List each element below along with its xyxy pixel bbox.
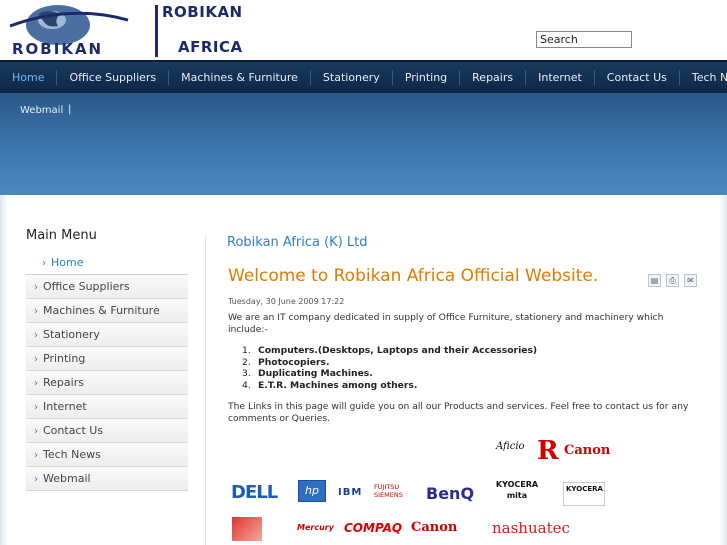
menu-item-label: Home — [51, 256, 84, 269]
nashuatec-logo: nashuatec — [492, 519, 570, 537]
list-item: 2. Photocopiers. — [242, 356, 330, 368]
chevron-right-icon: › — [42, 258, 46, 269]
menu-item-tech-news[interactable]: › Tech News — [26, 443, 188, 467]
list-item: 3. Duplicating Machines. — [242, 368, 373, 379]
dell-logo: DELL — [231, 482, 278, 503]
nav-home[interactable]: Home — [0, 70, 58, 85]
menu-item-label: Repairs — [43, 376, 84, 389]
nav-internet[interactable]: Internet — [526, 70, 595, 85]
nav-tech-news[interactable]: Tech News — [680, 70, 727, 85]
menu-item-repairs[interactable]: › Repairs — [26, 371, 188, 395]
chevron-right-icon: › — [34, 354, 38, 365]
logo-divider — [155, 5, 158, 57]
product-list: 1. Computers.(Desktops, Laptops and their… — [242, 345, 537, 391]
nav-printing[interactable]: Printing — [393, 70, 461, 85]
aficio-logo: Aficio — [496, 441, 525, 452]
page-body: Main Menu › Home › Office Suppliers › Machi… — [0, 195, 727, 545]
chevron-right-icon: › — [34, 450, 38, 461]
menu-item-label: Machines & Furniture — [43, 304, 160, 317]
main-menu: › Home › Office Suppliers › Machines & Furn… — [26, 251, 188, 491]
mercury-logo: Mercury — [297, 523, 334, 532]
nav-machines-furniture[interactable]: Machines & Furniture — [169, 70, 311, 85]
article-date: Tuesday, 30 June 2009 17:22 — [228, 297, 345, 306]
menu-item-contact-us[interactable]: › Contact Us — [26, 419, 188, 443]
article-title[interactable]: Welcome to Robikan Africa Official Websi… — [228, 266, 598, 286]
brand-top-text: ROBIKAN — [162, 3, 243, 21]
kyocera-dealer-logo: KYOCERA — [563, 482, 605, 506]
webmail-separator: | — [68, 104, 72, 115]
menu-item-office-suppliers[interactable]: › Office Suppliers — [26, 275, 188, 299]
nav-stationery[interactable]: Stationery — [311, 70, 393, 85]
brand-bottom-text: AFRICA — [178, 38, 243, 56]
content-divider — [205, 235, 206, 545]
header: ROBIKAN ROBIKAN AFRICA — [0, 0, 727, 60]
svg-text:ROBIKAN: ROBIKAN — [12, 40, 103, 58]
chevron-right-icon: › — [34, 330, 38, 341]
article-links-text: The Links in this page will guide you on… — [228, 401, 689, 424]
chevron-right-icon: › — [34, 426, 38, 437]
chevron-right-icon: › — [34, 402, 38, 413]
menu-item-printing[interactable]: › Printing — [26, 347, 188, 371]
menu-item-label: Internet — [43, 400, 87, 413]
sidebar-title: Main Menu — [26, 228, 97, 243]
main-nav: Home Office Suppliers Machines & Furnitu… — [0, 60, 727, 93]
fujitsu-siemens-logo: FUJITSU SIEMENS — [374, 483, 403, 499]
menu-item-label: Contact Us — [43, 424, 104, 437]
menu-item-stationery[interactable]: › Stationery — [26, 323, 188, 347]
pdf-icon[interactable]: ▤ — [648, 274, 661, 287]
article-intro: We are an IT company dedicated in supply… — [228, 312, 664, 335]
menu-item-machines-furniture[interactable]: › Machines & Furniture — [26, 299, 188, 323]
webmail-link[interactable]: Webmail — [20, 105, 63, 116]
email-icon[interactable]: ✉ — [684, 274, 697, 287]
search-input[interactable] — [536, 31, 632, 48]
canon-logo: Canon — [564, 443, 611, 458]
menu-item-webmail[interactable]: › Webmail — [26, 467, 188, 491]
kyocera-mita-logo: KYOCERA mita — [495, 480, 539, 500]
chevron-right-icon: › — [34, 474, 38, 485]
banner: Webmail | — [0, 93, 727, 195]
nav-contact-us[interactable]: Contact Us — [595, 70, 680, 85]
robikan-globe-logo[interactable]: ROBIKAN — [8, 4, 156, 58]
section-title: Robikan Africa (K) Ltd — [227, 235, 368, 250]
article-tools: ▤ ⎙ ✉ — [648, 274, 697, 287]
compaq-logo: COMPAQ — [344, 521, 403, 535]
menu-item-label: Office Suppliers — [43, 280, 130, 293]
list-item: 4. E.T.R. Machines among others. — [242, 379, 418, 391]
menu-item-label: Webmail — [43, 472, 91, 485]
chevron-right-icon: › — [34, 282, 38, 293]
ricoh-logo: R — [537, 437, 559, 469]
ibm-logo: IBM — [338, 487, 363, 498]
chevron-right-icon: › — [34, 306, 38, 317]
list-item: 1. Computers.(Desktops, Laptops and their… — [242, 345, 538, 356]
chevron-right-icon: › — [34, 378, 38, 389]
hp-logo: hp — [298, 480, 326, 502]
menu-item-internet[interactable]: › Internet — [26, 395, 188, 419]
nav-repairs[interactable]: Repairs — [460, 70, 527, 85]
canon-logo-2: Canon — [411, 520, 458, 535]
menu-item-label: Tech News — [43, 448, 101, 461]
menu-item-label: Stationery — [43, 328, 100, 341]
menu-item-home[interactable]: › Home — [26, 251, 188, 275]
nav-office-suppliers[interactable]: Office Suppliers — [57, 70, 170, 85]
print-icon[interactable]: ⎙ — [666, 274, 679, 287]
menu-item-label: Printing — [43, 352, 86, 365]
brand-mark-logo — [232, 517, 262, 541]
benq-logo: BenQ — [426, 484, 475, 503]
